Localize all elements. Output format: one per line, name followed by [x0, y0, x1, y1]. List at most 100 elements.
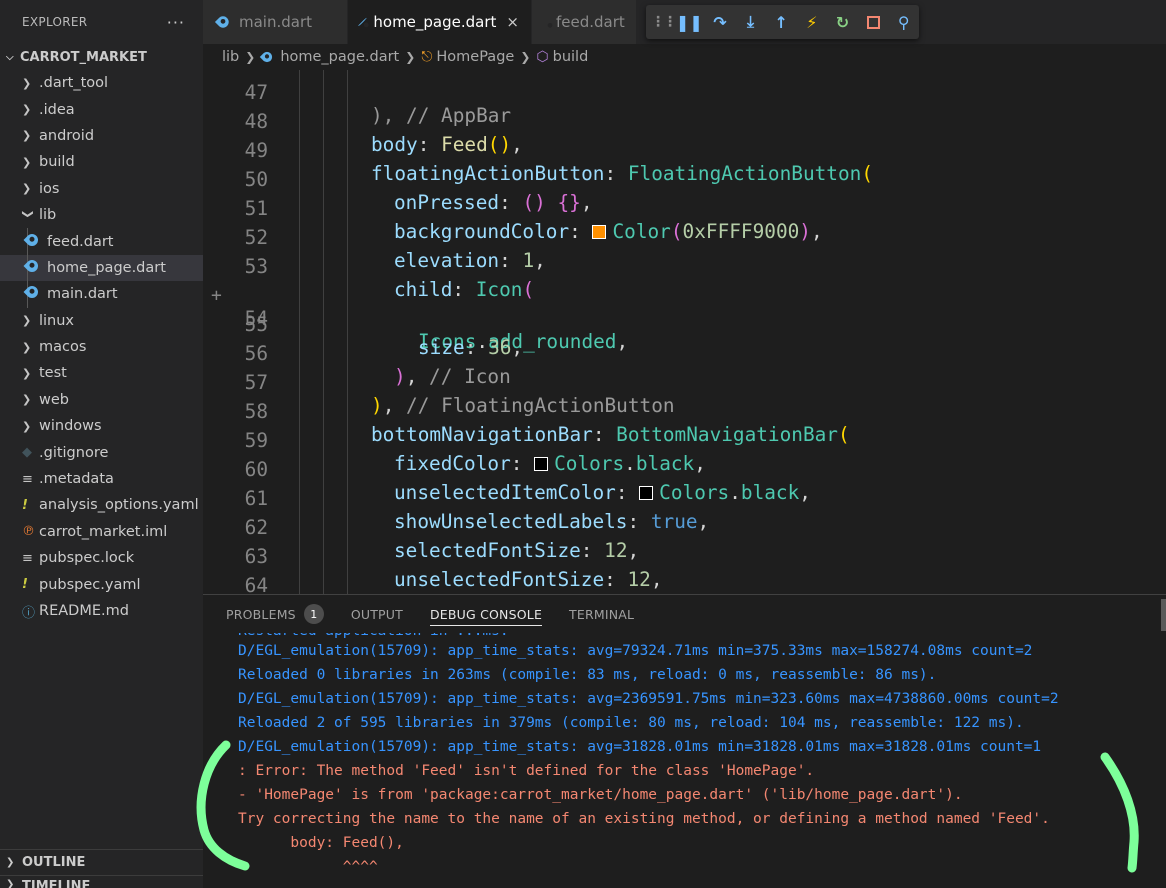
- chevron-right-icon: ❯: [22, 340, 32, 354]
- rss-icon: ℗: [22, 524, 35, 540]
- tab-output[interactable]: OUTPUT: [351, 595, 403, 633]
- tree-item-main-dart[interactable]: main.dart: [0, 281, 203, 308]
- breadcrumb-item-class[interactable]: HomePage: [436, 49, 514, 65]
- chevron-right-icon: ❯: [22, 419, 32, 433]
- panel-tab-bar: PROBLEMS 1 OUTPUT DEBUG CONSOLE TERMINAL: [203, 595, 1166, 633]
- yaml-icon: !: [22, 577, 28, 593]
- chevron-right-icon: ❯: [520, 50, 531, 64]
- tree-item-label: linux: [39, 312, 75, 329]
- code-line-49: 49 floatingActionButton: FloatingActionB…: [203, 113, 1166, 185]
- dart-file-icon: [260, 49, 275, 65]
- info-icon: ⓘ: [22, 605, 36, 621]
- step-out-icon[interactable]: ↑: [766, 5, 797, 39]
- chevron-right-icon: ❯: [22, 76, 32, 90]
- tree-item-label: pubspec.lock: [39, 550, 135, 567]
- tree-item-readme[interactable]: ⓘ README.md: [0, 598, 203, 624]
- problems-count-badge: 1: [303, 604, 324, 624]
- yaml-icon: !: [22, 497, 28, 513]
- chevron-right-icon: ❯: [22, 314, 32, 328]
- tree-item-android[interactable]: ❯ android: [0, 123, 203, 149]
- tab-terminal[interactable]: TERMINAL: [569, 595, 634, 633]
- tree-item-test[interactable]: ❯ test: [0, 360, 203, 386]
- drag-grip-icon[interactable]: ⋮⋮: [651, 5, 677, 39]
- tree-item-label: analysis_options.yaml: [39, 497, 199, 514]
- tab-home-page-dart[interactable]: home_page.dart ×: [348, 0, 532, 44]
- tree-item-metadata[interactable]: ≡ .metadata: [0, 466, 203, 492]
- tree-item-label: feed.dart: [47, 233, 114, 250]
- chevron-right-icon: ❯: [405, 50, 416, 64]
- hot-reload-icon[interactable]: ⚡: [797, 5, 828, 39]
- chevron-right-icon: ❯: [22, 393, 32, 407]
- breadcrumb-item-lib[interactable]: lib: [222, 49, 239, 65]
- code-editor[interactable]: 47 ), // AppBar 48 body: Feed(), 49 floa…: [203, 70, 1166, 594]
- tab-label: feed.dart: [556, 13, 625, 31]
- dart-file-icon: [358, 17, 368, 27]
- panel-scrollbar[interactable]: [1161, 599, 1166, 631]
- tab-label: PROBLEMS: [226, 606, 296, 622]
- tree-item-macos[interactable]: ❯ macos: [0, 334, 203, 360]
- tree-item-analysis-options[interactable]: ! analysis_options.yaml: [0, 492, 203, 518]
- breadcrumb-item-method[interactable]: build: [553, 49, 589, 65]
- tree-item-build[interactable]: ❯ build: [0, 149, 203, 175]
- tree-item-carrot-market-iml[interactable]: ℗ carrot_market.iml: [0, 519, 203, 545]
- step-into-icon[interactable]: ⤓: [735, 5, 766, 39]
- code-line-57: 57 ), // FloatingActionButton: [203, 345, 1166, 417]
- tab-problems[interactable]: PROBLEMS 1: [226, 595, 324, 633]
- code-line-51: 51 backgroundColor: Color(0xFFFF9000),: [203, 171, 1166, 243]
- method-cube-icon: ⬡: [536, 49, 549, 65]
- devtools-icon[interactable]: ⚲: [888, 5, 919, 39]
- tab-main-dart[interactable]: main.dart: [203, 0, 348, 44]
- tree-item-dart-tool[interactable]: ❯ .dart_tool: [0, 70, 203, 96]
- tree-item-label: carrot_market.iml: [39, 523, 168, 540]
- tree-item-gitignore[interactable]: ◆ .gitignore: [0, 439, 203, 465]
- tree-item-windows[interactable]: ❯ windows: [0, 413, 203, 439]
- pause-icon[interactable]: ❚❚: [674, 5, 705, 39]
- tree-item-web[interactable]: ❯ web: [0, 387, 203, 413]
- console-error-line: - 'HomePage' is from 'package:carrot_mar…: [238, 787, 963, 803]
- stop-icon[interactable]: [858, 5, 889, 39]
- timeline-section-header[interactable]: ❯ TIMELINE: [0, 875, 203, 888]
- chevron-right-icon: ❯: [22, 103, 32, 117]
- tree-item-home-page-dart[interactable]: home_page.dart: [0, 254, 203, 282]
- outline-label: OUTLINE: [22, 855, 86, 870]
- outline-section-header[interactable]: ❯ OUTLINE: [0, 849, 203, 875]
- tab-label: DEBUG CONSOLE: [429, 606, 543, 622]
- chevron-right-icon: ❯: [6, 879, 15, 888]
- chevron-right-icon: ❯: [6, 857, 15, 868]
- debug-console-output[interactable]: Restarted application in ...ms. D/EGL_em…: [203, 633, 1166, 888]
- code-line-59: 59 fixedColor: Colors.black,: [203, 403, 1166, 475]
- debug-toolbar: ⋮⋮ ❚❚ ↷ ⤓ ↑ ⚡ ↻ ⚲: [646, 5, 919, 39]
- tree-item-label: ios: [39, 180, 60, 197]
- tree-item-feed-dart[interactable]: feed.dart: [0, 228, 203, 255]
- tree-item-label: macos: [39, 339, 87, 356]
- code-line-63: 63 unselectedFontSize: 12,: [203, 519, 1166, 591]
- chevron-right-icon: ❯: [245, 50, 256, 64]
- code-line-50: 50 onPressed: () {},: [203, 142, 1166, 214]
- tree-item-ios[interactable]: ❯ ios: [0, 176, 203, 202]
- code-line-53: 53 child: Icon(: [203, 229, 1166, 301]
- project-folder-header[interactable]: ⌵ CARROT_MARKET: [0, 44, 203, 70]
- dart-file-icon: [541, 17, 551, 27]
- code-line-58: 58 bottomNavigationBar: BottomNavigation…: [203, 374, 1166, 446]
- code-line-48: 48 body: Feed(),: [203, 84, 1166, 156]
- tree-item-label: home_page.dart: [47, 259, 166, 276]
- tab-feed-dart[interactable]: feed.dart: [532, 0, 637, 44]
- tree-item-idea[interactable]: ❯ .idea: [0, 96, 203, 122]
- tab-debug-console[interactable]: DEBUG CONSOLE: [429, 595, 543, 633]
- code-line-64: 64 iconSize: 28,: [203, 548, 1166, 594]
- more-actions-icon[interactable]: ···: [167, 13, 185, 32]
- tree-item-lib[interactable]: ❯ lib: [0, 202, 203, 228]
- step-over-icon[interactable]: ↷: [705, 5, 736, 39]
- tree-item-linux[interactable]: ❯ linux: [0, 308, 203, 334]
- restart-icon[interactable]: ↻: [827, 5, 858, 39]
- code-line-62: 62 selectedFontSize: 12,: [203, 490, 1166, 562]
- tab-label: home_page.dart: [373, 13, 497, 31]
- close-icon[interactable]: ×: [506, 13, 519, 31]
- code-line-61: 61 showUnselectedLabels: true,: [203, 461, 1166, 533]
- tree-item-pubspec-yaml[interactable]: ! pubspec.yaml: [0, 571, 203, 597]
- breadcrumb-item-file[interactable]: home_page.dart: [280, 49, 399, 65]
- tree-item-label: main.dart: [47, 286, 118, 303]
- tree-item-pubspec-lock[interactable]: ≡ pubspec.lock: [0, 545, 203, 571]
- chevron-right-icon: ❯: [22, 182, 32, 196]
- lines-icon: ≡: [22, 550, 33, 566]
